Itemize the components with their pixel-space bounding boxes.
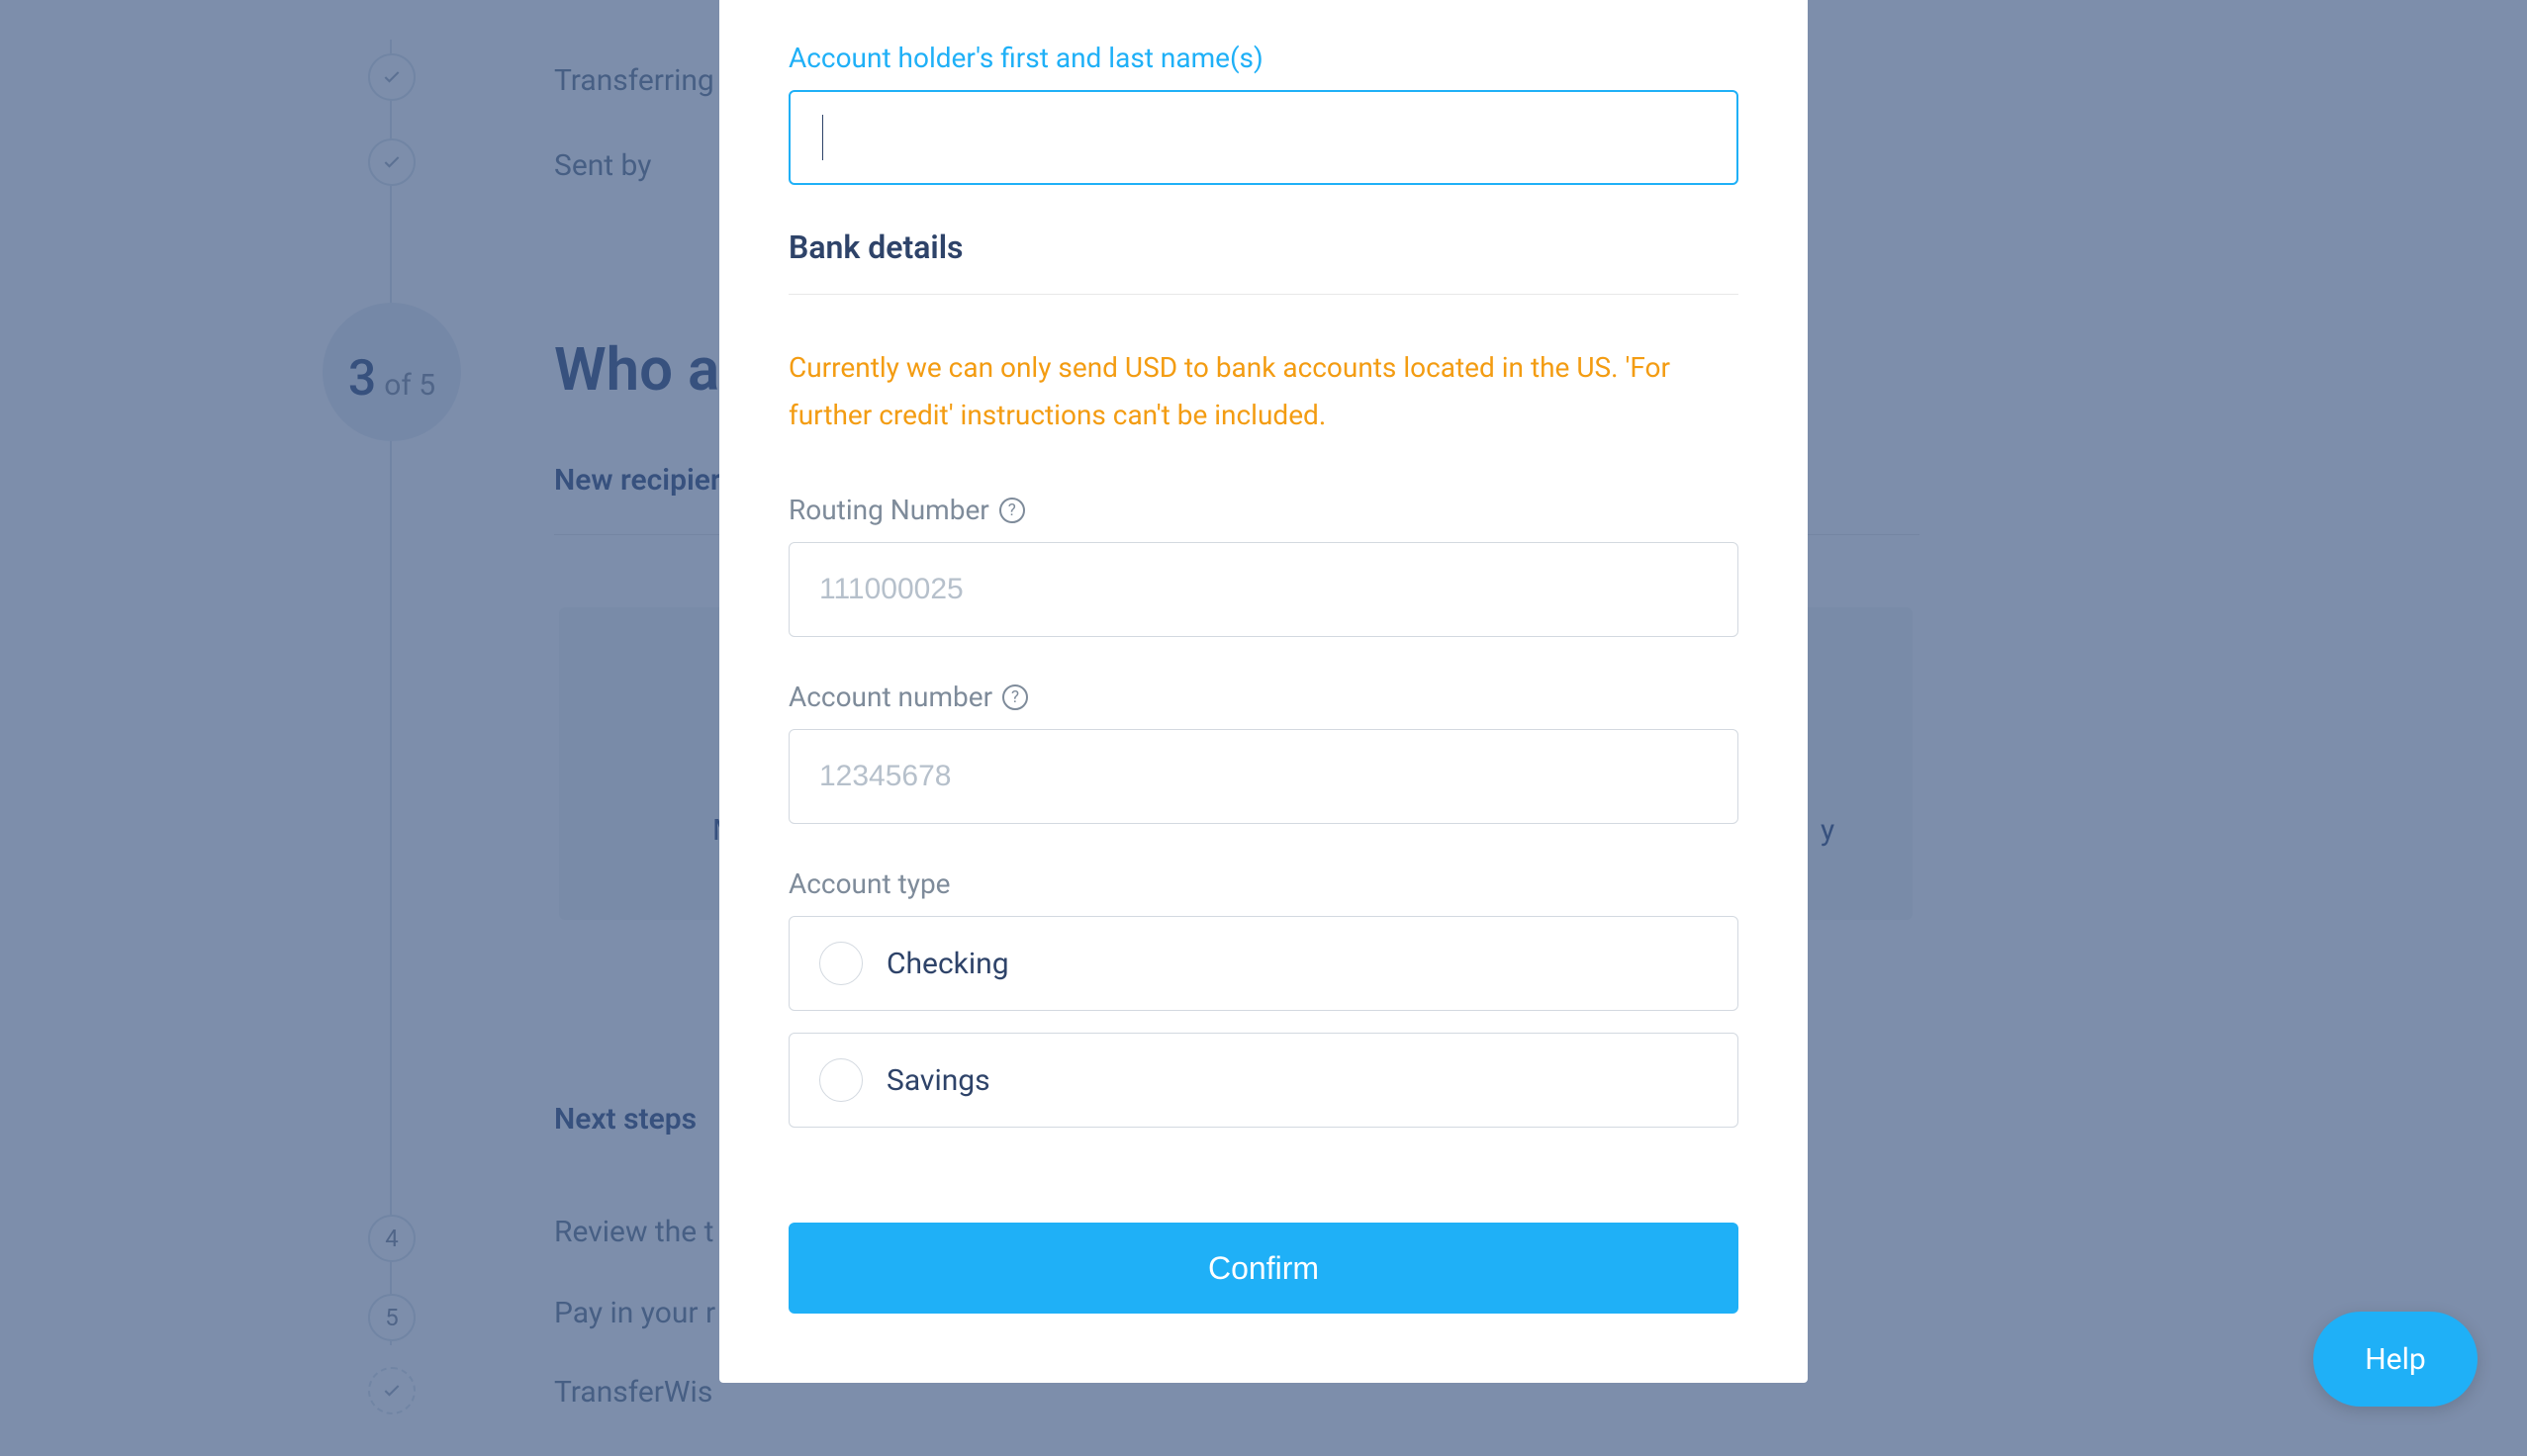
text-cursor xyxy=(822,115,823,160)
bank-details-header: Bank details xyxy=(789,228,1738,295)
savings-label: Savings xyxy=(887,1063,990,1098)
routing-help-icon[interactable]: ? xyxy=(999,498,1025,523)
confirm-button[interactable]: Confirm xyxy=(789,1223,1738,1314)
routing-number-label-text: Routing Number xyxy=(789,494,989,526)
help-button[interactable]: Help xyxy=(2313,1312,2478,1407)
account-type-label: Account type xyxy=(789,867,1738,900)
radio-unchecked-icon xyxy=(819,1058,863,1102)
account-help-icon[interactable]: ? xyxy=(1002,684,1028,710)
radio-unchecked-icon xyxy=(819,942,863,985)
account-type-checking[interactable]: Checking xyxy=(789,916,1738,1011)
routing-number-label: Routing Number ? xyxy=(789,494,1738,526)
account-holder-name-input[interactable] xyxy=(789,90,1738,185)
checking-label: Checking xyxy=(887,947,1009,981)
account-number-label-text: Account number xyxy=(789,681,992,713)
account-holder-name-label: Account holder's first and last name(s) xyxy=(789,42,1738,74)
account-number-label: Account number ? xyxy=(789,681,1738,713)
usd-warning-text: Currently we can only send USD to bank a… xyxy=(789,344,1738,438)
account-number-input[interactable] xyxy=(789,729,1738,824)
recipient-modal: Account holder's first and last name(s) … xyxy=(719,0,1808,1383)
routing-number-input[interactable] xyxy=(789,542,1738,637)
account-type-savings[interactable]: Savings xyxy=(789,1033,1738,1128)
